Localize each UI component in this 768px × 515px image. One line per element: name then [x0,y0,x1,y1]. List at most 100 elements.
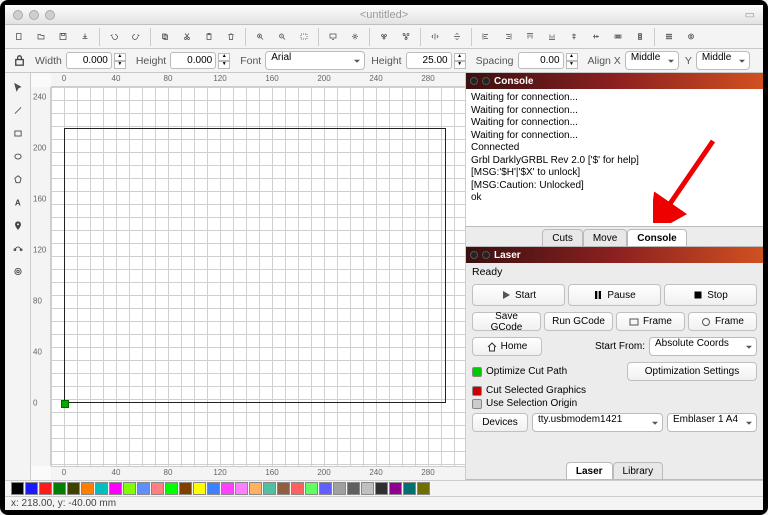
rect-tool[interactable] [7,123,29,143]
lock-icon[interactable] [9,51,29,71]
width-stepper[interactable]: ▲▼ [114,53,126,69]
color-swatch[interactable] [179,482,192,495]
optimization-settings-button[interactable]: Optimization Settings [627,362,757,381]
color-swatch[interactable] [375,482,388,495]
zoom-out-button[interactable] [272,27,292,47]
tab-library[interactable]: Library [613,462,664,479]
color-swatch[interactable] [417,482,430,495]
color-swatch[interactable] [403,482,416,495]
save-button[interactable] [53,27,73,47]
frame-rect-button[interactable]: Frame [616,312,685,331]
text-height-input[interactable] [406,52,452,69]
import-button[interactable] [75,27,95,47]
color-swatch[interactable] [81,482,94,495]
width-input[interactable] [66,52,112,69]
tab-laser[interactable]: Laser [566,462,613,479]
open-file-button[interactable] [31,27,51,47]
tab-console[interactable]: Console [627,229,686,246]
ungroup-button[interactable] [396,27,416,47]
alignx-select[interactable]: Middle [625,51,679,70]
redo-button[interactable] [126,27,146,47]
color-swatch[interactable] [333,482,346,495]
frame-circle-button[interactable]: Frame [688,312,757,331]
text-tool[interactable]: A [7,192,29,212]
color-swatch[interactable] [25,482,38,495]
preview-button[interactable] [323,27,343,47]
run-gcode-button[interactable]: Run GCode [544,312,613,331]
line-tool[interactable] [7,100,29,120]
canvas-area[interactable]: 04080120160200240280 24020016012080400 0… [31,73,465,480]
color-swatch[interactable] [389,482,402,495]
polygon-tool[interactable] [7,169,29,189]
tab-move[interactable]: Move [583,229,627,246]
color-swatch[interactable] [347,482,360,495]
zoom-in-button[interactable] [250,27,270,47]
panel-close-icon[interactable] [470,77,478,85]
use-selection-origin-checkbox[interactable] [472,399,482,409]
color-swatch[interactable] [109,482,122,495]
pause-button[interactable]: Pause [568,284,661,306]
cut-selected-checkbox[interactable] [472,386,482,396]
color-swatch[interactable] [11,482,24,495]
group-button[interactable] [374,27,394,47]
zoom-window-icon[interactable] [45,10,55,20]
color-swatch[interactable] [165,482,178,495]
align-left-button[interactable] [476,27,496,47]
edit-nodes-tool[interactable] [7,238,29,258]
delete-button[interactable] [221,27,241,47]
new-file-button[interactable] [9,27,29,47]
align-bottom-button[interactable] [542,27,562,47]
color-swatch[interactable] [277,482,290,495]
text-height-stepper[interactable]: ▲▼ [454,53,466,69]
font-select[interactable]: Arial [265,51,365,70]
stop-button[interactable]: Stop [664,284,757,306]
close-window-icon[interactable] [13,10,23,20]
offset-tool[interactable] [7,261,29,281]
flip-h-button[interactable] [425,27,445,47]
color-swatch[interactable] [123,482,136,495]
copy-button[interactable] [155,27,175,47]
color-swatch[interactable] [249,482,262,495]
machine-select[interactable]: Emblaser 1 A4 [667,413,757,432]
color-swatch[interactable] [67,482,80,495]
color-swatch[interactable] [361,482,374,495]
undo-button[interactable] [104,27,124,47]
marker-tool[interactable] [7,215,29,235]
align-right-button[interactable] [498,27,518,47]
ellipse-tool[interactable] [7,146,29,166]
color-swatch[interactable] [193,482,206,495]
color-swatch[interactable] [39,482,52,495]
panel-close-icon[interactable] [470,251,478,259]
color-swatch[interactable] [151,482,164,495]
start-from-select[interactable]: Absolute Coords [649,337,757,356]
spacing-input[interactable] [518,52,564,69]
color-swatch[interactable] [291,482,304,495]
color-swatch[interactable] [207,482,220,495]
grid-toggle-button[interactable] [659,27,679,47]
minimize-window-icon[interactable] [29,10,39,20]
color-swatch[interactable] [263,482,276,495]
height-input[interactable] [170,52,216,69]
home-button[interactable]: Home [472,337,542,356]
panel-float-icon[interactable] [482,77,490,85]
align-center-h-button[interactable] [564,27,584,47]
color-swatch[interactable] [235,482,248,495]
align-top-button[interactable] [520,27,540,47]
height-stepper[interactable]: ▲▼ [218,53,230,69]
color-swatch[interactable] [221,482,234,495]
start-button[interactable]: Start [472,284,565,306]
settings-gear-button[interactable] [681,27,701,47]
color-swatch[interactable] [137,482,150,495]
align-center-v-button[interactable] [586,27,606,47]
distribute-v-button[interactable] [630,27,650,47]
settings-button[interactable] [345,27,365,47]
panel-float-icon[interactable] [482,251,490,259]
distribute-h-button[interactable] [608,27,628,47]
save-gcode-button[interactable]: Save GCode [472,312,541,331]
paste-button[interactable] [199,27,219,47]
spacing-stepper[interactable]: ▲▼ [566,53,578,69]
color-swatch[interactable] [53,482,66,495]
select-tool[interactable] [7,77,29,97]
tab-cuts[interactable]: Cuts [542,229,583,246]
devices-button[interactable]: Devices [472,413,528,432]
